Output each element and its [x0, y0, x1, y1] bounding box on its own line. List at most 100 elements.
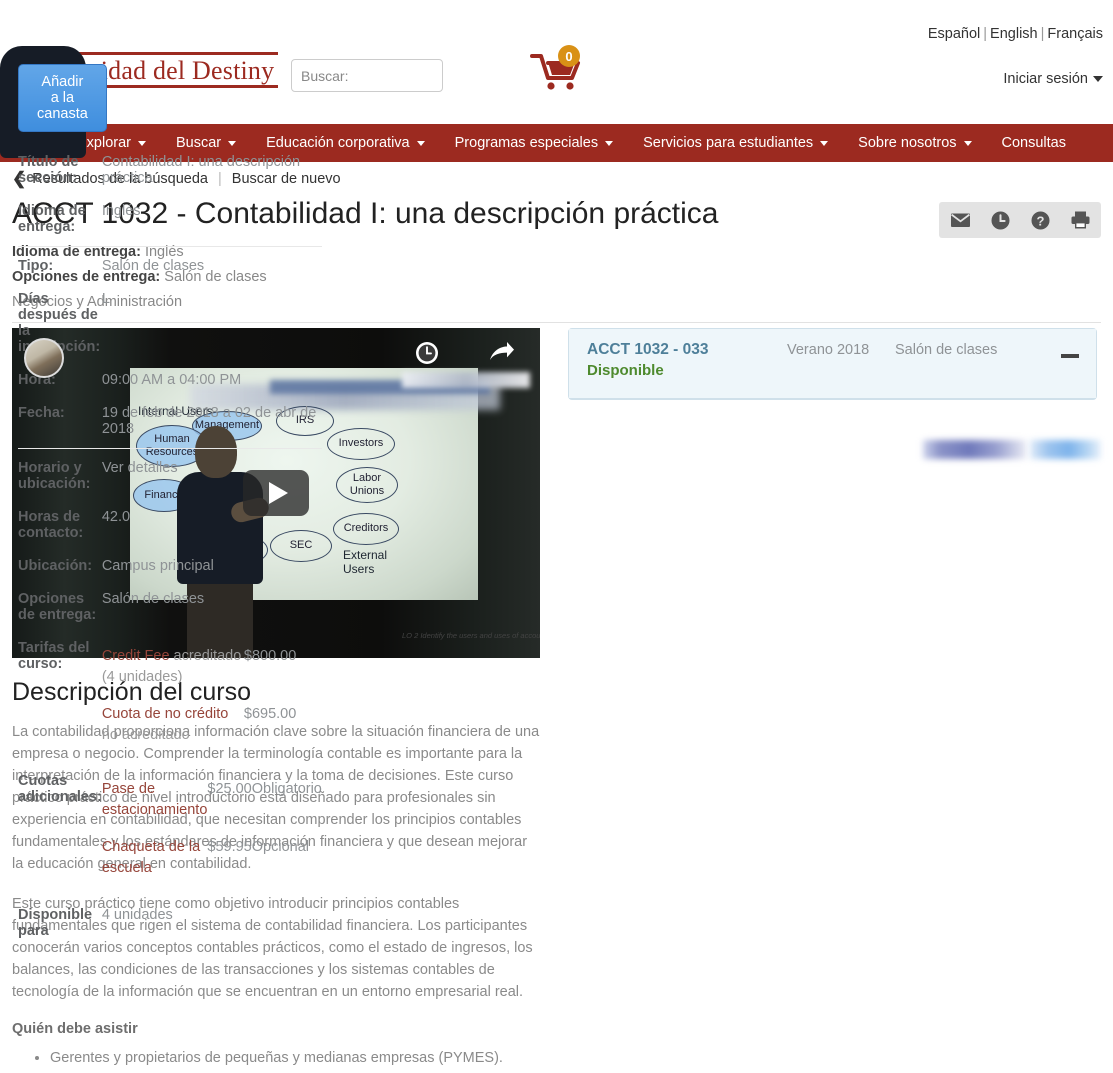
- course-fees-table: Credit Fee acreditado (4 unidades) $800.…: [102, 640, 322, 756]
- search-input[interactable]: [292, 60, 442, 91]
- language-separator-2: |: [1040, 26, 1045, 42]
- site-search[interactable]: [291, 59, 443, 92]
- help-button[interactable]: ?: [1029, 209, 1051, 231]
- row-value-link[interactable]: Campus principal: [102, 552, 322, 585]
- row-label: Idioma de entrega:: [18, 203, 86, 235]
- share-button-primary[interactable]: [923, 440, 1026, 459]
- table-row-course-fees: Tarifas del curso: Credit Fee acreditado…: [18, 634, 322, 767]
- fee-name[interactable]: Chaqueta de la escuela: [102, 831, 208, 889]
- minus-icon[interactable]: [1060, 346, 1080, 366]
- fee-row: Pase de estacionamiento $25.00 Obligator…: [102, 773, 322, 831]
- chevron-down-icon: [1093, 76, 1103, 83]
- slide-external-users-label: External Users: [343, 547, 388, 576]
- course-fees-cell: Credit Fee acreditado (4 unidades) $800.…: [102, 634, 322, 767]
- play-button[interactable]: [243, 469, 309, 516]
- print-button[interactable]: [1069, 209, 1091, 231]
- row-value: Inglés: [101, 203, 141, 219]
- slide-learning-objective: LO 2 Identify the users and uses of acco…: [402, 630, 540, 640]
- fee-name[interactable]: Cuota de no crédito: [102, 706, 229, 722]
- section-mode: Salón de clases: [895, 341, 998, 358]
- row-label: Opciones de entrega:: [18, 591, 97, 623]
- table-row: Opciones de entrega: Salón de clases: [18, 585, 322, 634]
- nav-item-sobre-nosotros[interactable]: Sobre nosotros: [843, 124, 986, 162]
- fee-name[interactable]: Pase de estacionamiento: [102, 773, 208, 831]
- nav-label: Sobre nosotros: [858, 135, 957, 151]
- additional-fees-cell: Pase de estacionamiento $25.00 Obligator…: [102, 767, 322, 900]
- table-row: Disponible para 4 unidades: [18, 901, 322, 950]
- who-should-attend-list: Gerentes y propietarios de pequeñas y me…: [12, 1047, 540, 1073]
- cart-count-badge: 0: [558, 45, 580, 67]
- channel-avatar[interactable]: [24, 337, 64, 378]
- section-term: Verano 2018: [787, 341, 870, 358]
- row-value: 19 de feb de 2018 a 02 de abr de 2018: [101, 405, 317, 437]
- login-menu[interactable]: Iniciar sesión: [1003, 71, 1103, 87]
- fee-requirement: Opcional: [251, 839, 309, 856]
- action-toolbar: ?: [939, 202, 1101, 238]
- chevron-down-icon: [228, 140, 237, 146]
- main-content: Internal Users Management Human Resource…: [0, 46, 1113, 1073]
- fee-requirement: Obligatorio: [251, 781, 322, 798]
- email-button[interactable]: [949, 209, 971, 231]
- slide-bubble-creditors: Creditors: [333, 512, 399, 545]
- fee-suffix: no acreditado: [101, 726, 190, 743]
- site-header: Español | English | Français Iniciar sesión …: [0, 0, 1113, 124]
- table-row-additional-fees: Cuotas adicionales: Pase de estacionamie…: [18, 767, 322, 900]
- nav-item-servicios-para-estudiantes[interactable]: Servicios para estudiantes: [628, 124, 843, 162]
- row-value: 4 unidades: [101, 906, 173, 923]
- history-button[interactable]: [989, 209, 1011, 231]
- fee-amount: $800.00: [243, 648, 297, 664]
- help-icon: ?: [1031, 211, 1049, 229]
- slide-bubble-labor-unions: Labor Unions: [336, 466, 398, 503]
- section-panel: ACCT 1032 - 033 Verano 2018 Salón de clase…: [0, 46, 1097, 939]
- list-item: Gerentes y propietarios de pequeñas y me…: [50, 1047, 540, 1070]
- row-value: Salón de clases: [101, 246, 322, 285]
- share-icon: [490, 341, 514, 360]
- row-value: L: [101, 291, 110, 307]
- table-row: Hora: 09:00 AM a 04:00 PM: [18, 366, 322, 399]
- table-row: Tipo: Salón de clases: [18, 246, 322, 285]
- table-row: Fecha: 19 de feb de 2018 a 02 de abr de …: [18, 399, 322, 449]
- section-code: ACCT 1032 - 033: [587, 340, 709, 358]
- language-link-espanol[interactable]: Español: [928, 26, 980, 42]
- row-label: Tarifas del curso:: [18, 640, 90, 672]
- row-label: Disponible para: [18, 906, 93, 939]
- nav-label: Programas especiales: [454, 135, 599, 151]
- slide-bubble-investors: Investors: [327, 427, 395, 460]
- share-button-secondary[interactable]: [1029, 440, 1101, 459]
- language-separator-1: |: [983, 26, 988, 42]
- nav-label: Servicios para estudiantes: [643, 135, 814, 151]
- clock-icon: [991, 211, 1009, 229]
- row-label: Horario y ubicación:: [18, 448, 102, 503]
- row-label: Fecha:: [18, 405, 65, 421]
- row-value-link[interactable]: Salón de clases: [102, 585, 322, 634]
- fee-amount: $25.00: [207, 781, 252, 798]
- nav-label: Consultas: [1001, 135, 1066, 151]
- who-should-attend-title: Quién debe asistir: [12, 1020, 138, 1037]
- nav-item-programas-especiales[interactable]: Programas especiales: [440, 124, 628, 162]
- video-subtitle-blurred: [402, 371, 530, 388]
- share-video-button[interactable]: [488, 340, 516, 366]
- fee-name[interactable]: Credit Fee: [102, 648, 170, 664]
- right-column: ACCT 1032 - 033 Verano 2018 Salón de clase…: [0, 46, 1097, 939]
- section-status-badge: Disponible: [587, 361, 664, 379]
- shopping-cart-button[interactable]: 0: [530, 45, 590, 98]
- watch-later-button[interactable]: [414, 340, 440, 366]
- row-label: Título de sección:: [18, 154, 79, 186]
- fee-amount: $695.00: [243, 706, 297, 723]
- add-to-basket-button[interactable]: Añadir a la canasta: [18, 64, 107, 132]
- chevron-down-icon: [605, 140, 614, 146]
- row-label: Tipo:: [18, 246, 102, 285]
- language-link-francais[interactable]: Français: [1047, 26, 1103, 42]
- chevron-down-icon: [138, 140, 146, 146]
- language-link-english[interactable]: English: [990, 26, 1038, 42]
- fee-row: Chaqueta de la escuela $59.95 Opcional: [102, 831, 322, 889]
- chevron-down-icon: [820, 140, 829, 146]
- section-panel-header[interactable]: ACCT 1032 - 033 Verano 2018 Salón de clase…: [569, 328, 1096, 399]
- row-label: Horas de contacto:: [18, 509, 84, 541]
- nav-item-consultas[interactable]: Consultas: [987, 124, 1081, 162]
- fee-row: Cuota de no crédito no acreditado $695.0…: [102, 698, 322, 756]
- fee-row: Credit Fee acreditado (4 unidades) $800.…: [102, 640, 322, 698]
- clock-icon: [416, 341, 438, 364]
- social-share-buttons[interactable]: [923, 440, 1101, 459]
- fee-amount: $59.95: [207, 839, 252, 856]
